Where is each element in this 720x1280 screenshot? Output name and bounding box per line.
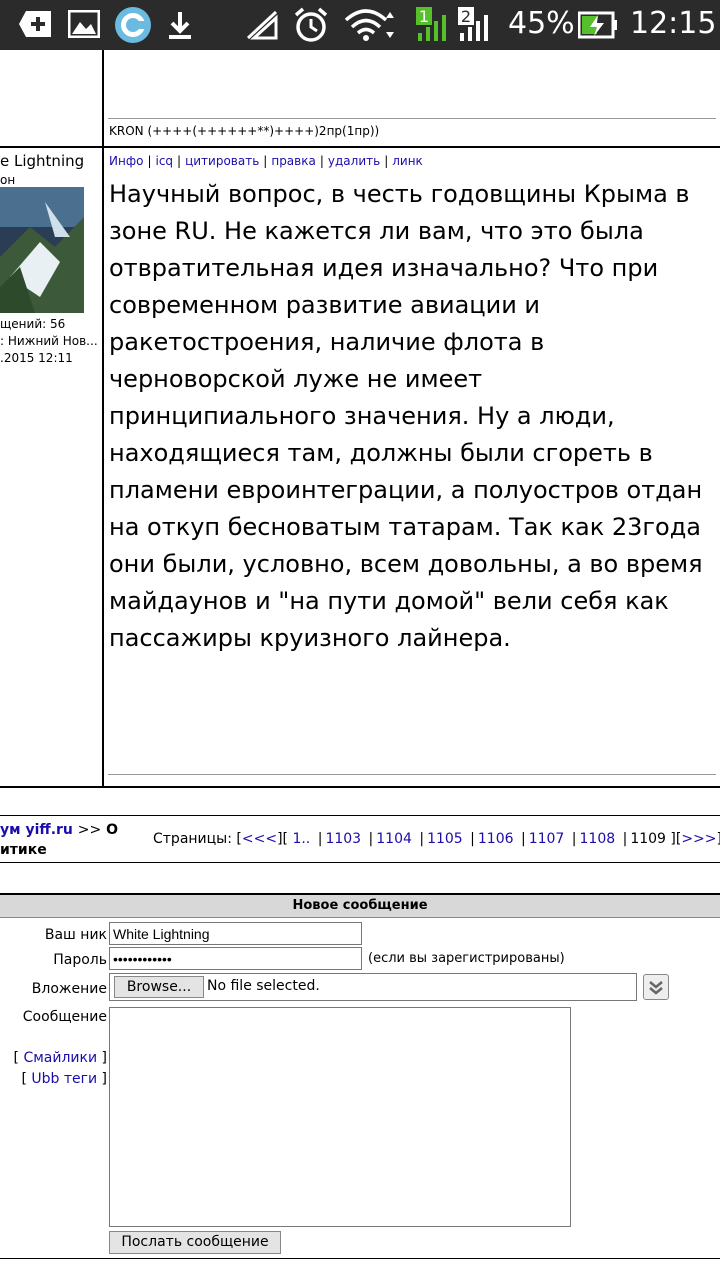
author-name[interactable]: e Lightning	[0, 152, 84, 170]
sim2-label: 2	[461, 7, 471, 26]
pagination-next[interactable]: >>>	[681, 831, 716, 847]
nav-bottom-border	[0, 862, 720, 863]
page-link[interactable]: 1108	[580, 831, 616, 847]
post-actions: Инфо | icq | цитировать | правка | удалить | линк	[109, 154, 423, 168]
add-tab-icon	[19, 11, 51, 37]
breadcrumb-current-1: О	[106, 822, 119, 838]
pagination: Страницы: [<<<][ 1.. | 1103 | 1104 | 1105 |…	[153, 831, 720, 847]
nav-top-border	[0, 815, 720, 816]
message-label: Сообщение	[22, 1009, 107, 1025]
browse-button[interactable]: Browse...	[114, 976, 204, 998]
post-signature: KRON (++++(++++++**)++++)2пр(1пр))	[109, 124, 380, 138]
sim1-signal-icon: 1	[416, 7, 446, 41]
message-textarea[interactable]	[109, 1007, 571, 1227]
submit-button[interactable]: Послать сообщение	[109, 1231, 281, 1254]
status-bar: 1 2 45% 12:15	[0, 0, 720, 50]
message-divider	[108, 774, 716, 775]
delete-link[interactable]: удалить	[328, 154, 380, 168]
browser-c-icon	[115, 7, 151, 43]
pagination-label: Страницы:	[153, 831, 232, 847]
current-page: 1109	[630, 831, 666, 847]
author-location: : Нижний Нов...	[0, 334, 98, 348]
page-link[interactable]: 1105	[427, 831, 463, 847]
password-input[interactable]	[109, 947, 362, 970]
battery-percent: 45%	[508, 6, 575, 41]
nick-label: Ваш ник	[44, 927, 107, 943]
edit-link[interactable]: правка	[271, 154, 316, 168]
download-icon	[169, 12, 191, 39]
ubb-tags-link[interactable]: Ubb теги	[31, 1071, 97, 1087]
expand-button[interactable]	[643, 974, 669, 1000]
pagination-prev[interactable]: <<<	[242, 831, 277, 847]
sim2-signal-icon: 2	[458, 7, 488, 41]
post-message: Научный вопрос, в честь годовщины Крыма …	[109, 180, 703, 652]
clock: 12:15	[630, 6, 717, 41]
quote-link[interactable]: цитировать	[185, 154, 259, 168]
battery-charging-icon	[578, 11, 617, 39]
smilies-link[interactable]: Смайлики	[23, 1050, 97, 1066]
nick-input[interactable]	[109, 922, 362, 945]
attachment-label: Вложение	[31, 981, 107, 997]
author-registered-date: .2015 12:11	[0, 351, 73, 365]
double-chevron-down-icon	[649, 981, 663, 995]
author-subtitle: он	[0, 173, 16, 187]
attachment-field: Browse... No file selected.	[109, 973, 637, 1001]
gallery-icon	[68, 10, 100, 38]
password-label: Пароль	[53, 952, 107, 968]
no-signal-icon	[246, 10, 278, 40]
page-link[interactable]: 1106	[478, 831, 514, 847]
icq-link[interactable]: icq	[155, 154, 173, 168]
ubb-wrap: [ Ubb теги ]	[21, 1071, 107, 1087]
post-column-divider	[102, 50, 104, 788]
avatar	[0, 187, 84, 313]
form-title: Новое сообщение	[0, 893, 720, 918]
password-hint: (если вы зарегистрированы)	[368, 951, 565, 966]
signature-divider	[108, 118, 716, 119]
breadcrumb-forum-link[interactable]: ум yiff.ru	[0, 822, 73, 838]
sim1-label: 1	[419, 7, 429, 26]
post-bottom-border	[0, 786, 720, 788]
breadcrumb: ум yiff.ru >> О итике	[0, 820, 118, 860]
file-status: No file selected.	[207, 978, 320, 994]
pagination-first[interactable]: 1..	[292, 831, 310, 847]
alarm-icon	[294, 7, 328, 42]
post-separator	[0, 146, 720, 148]
page-link[interactable]: 1103	[325, 831, 361, 847]
avatar-image	[0, 187, 84, 313]
page-link[interactable]: 1107	[529, 831, 565, 847]
form-bottom-border	[0, 1258, 720, 1259]
wifi-icon	[344, 9, 394, 41]
breadcrumb-separator: >>	[77, 822, 102, 838]
smilies-wrap: [ Смайлики ]	[13, 1050, 107, 1066]
info-link[interactable]: Инфо	[109, 154, 143, 168]
permalink-link[interactable]: линк	[392, 154, 423, 168]
page-link[interactable]: 1104	[376, 831, 412, 847]
breadcrumb-current-2: итике	[0, 842, 47, 858]
author-message-count: щений: 56	[0, 317, 66, 331]
